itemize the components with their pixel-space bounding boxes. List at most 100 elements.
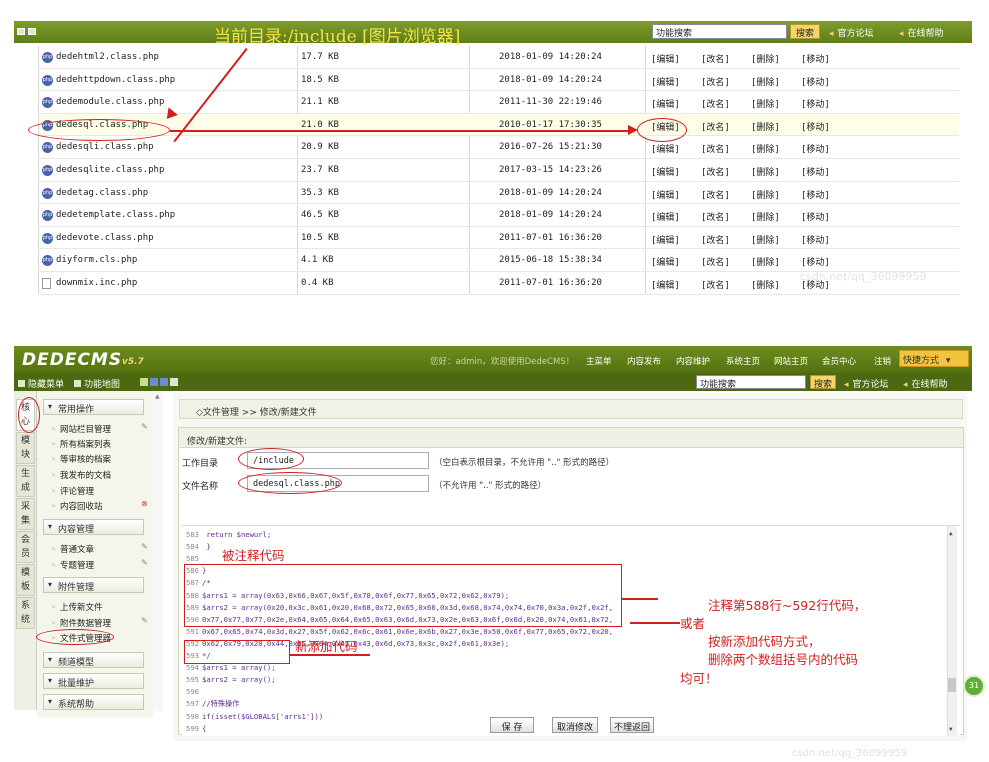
edit-icon[interactable]: ✎ bbox=[141, 542, 148, 551]
file-name-link[interactable]: dedehtml2.class.php bbox=[56, 52, 159, 62]
move-link[interactable]: [移动] bbox=[801, 97, 830, 110]
file-name-link[interactable]: dedetag.class.php bbox=[56, 188, 148, 198]
rename-link[interactable]: [改名] bbox=[701, 165, 730, 178]
side-tab[interactable]: 会员 bbox=[16, 531, 35, 563]
file-name-link[interactable]: downmix.inc.php bbox=[56, 278, 137, 288]
delete-link[interactable]: [删除] bbox=[751, 120, 780, 133]
delete-link[interactable]: [删除] bbox=[751, 233, 780, 246]
layout-icon[interactable] bbox=[150, 378, 158, 386]
nav-item[interactable]: 系统主页 bbox=[726, 355, 760, 367]
status-badge[interactable]: 31 bbox=[963, 675, 985, 697]
cms-search-input[interactable]: 功能搜索 bbox=[696, 375, 806, 390]
save-button[interactable]: 保 存 bbox=[490, 717, 534, 733]
rename-link[interactable]: [改名] bbox=[701, 188, 730, 201]
rename-link[interactable]: [改名] bbox=[701, 210, 730, 223]
move-link[interactable]: [移动] bbox=[801, 120, 830, 133]
layout-icon[interactable] bbox=[140, 378, 148, 386]
side-tab[interactable]: 采集 bbox=[16, 498, 35, 530]
nav-item[interactable]: 网站主页 bbox=[774, 355, 808, 367]
rename-link[interactable]: [改名] bbox=[701, 120, 730, 133]
move-link[interactable]: [移动] bbox=[801, 52, 830, 65]
cms-search-button[interactable]: 搜索 bbox=[810, 375, 836, 390]
scroll-down-icon[interactable]: ▼ bbox=[949, 726, 953, 733]
scroll-up-icon[interactable]: ▲ bbox=[155, 393, 160, 400]
menu-item-attach-data[interactable]: 附件数据管理 bbox=[51, 617, 111, 629]
edit-link[interactable]: [编辑] bbox=[651, 233, 680, 246]
rename-link[interactable]: [改名] bbox=[701, 75, 730, 88]
rename-link[interactable]: [改名] bbox=[701, 233, 730, 246]
menu-item-my-docs[interactable]: 我发布的文档 bbox=[51, 469, 111, 481]
forum-link[interactable]: ◂ 官方论坛 bbox=[829, 26, 874, 39]
move-link[interactable]: [移动] bbox=[801, 165, 830, 178]
quick-access-button[interactable]: 快捷方式 ▾ bbox=[899, 350, 969, 367]
rename-link[interactable]: [改名] bbox=[701, 255, 730, 268]
back-button[interactable]: 不理返回 bbox=[610, 717, 654, 733]
delete-link[interactable]: [删除] bbox=[751, 188, 780, 201]
rename-link[interactable]: [改名] bbox=[701, 52, 730, 65]
file-name-link[interactable]: diyform.cls.php bbox=[56, 255, 137, 265]
delete-link[interactable]: [删除] bbox=[751, 210, 780, 223]
edit-link[interactable]: [编辑] bbox=[651, 278, 680, 291]
menu-head-batch[interactable]: 批量维护 bbox=[43, 673, 144, 689]
nav-item[interactable]: 内容维护 bbox=[676, 355, 710, 367]
file-name-link[interactable]: dedemodule.class.php bbox=[56, 97, 164, 107]
file-name-link[interactable]: dedesqli.class.php bbox=[56, 142, 154, 152]
menu-head-common[interactable]: 常用操作 bbox=[43, 399, 144, 415]
delete-icon[interactable]: ⊗ bbox=[141, 499, 148, 508]
file-name-link[interactable]: dedetemplate.class.php bbox=[56, 210, 175, 220]
menu-item-article[interactable]: 普通文章 bbox=[51, 543, 94, 555]
layout-icon[interactable] bbox=[170, 378, 178, 386]
menu-head-help[interactable]: 系统帮助 bbox=[43, 694, 144, 710]
function-map-button[interactable]: 功能地图 bbox=[74, 377, 120, 390]
edit-link[interactable]: [编辑] bbox=[651, 97, 680, 110]
menu-item-upload[interactable]: 上传新文件 bbox=[51, 601, 103, 613]
edit-icon[interactable]: ✎ bbox=[141, 558, 148, 567]
file-name-link[interactable]: dedevote.class.php bbox=[56, 233, 154, 243]
menu-item-pending[interactable]: 等审核的档案 bbox=[51, 453, 111, 465]
menu-scrollbar[interactable]: ▲ bbox=[153, 391, 163, 711]
scroll-thumb[interactable] bbox=[948, 678, 956, 692]
menu-head-content[interactable]: 内容管理 bbox=[43, 519, 144, 535]
menu-head-attachments[interactable]: 附件管理 bbox=[43, 577, 144, 593]
side-tab[interactable]: 系统 bbox=[16, 597, 35, 629]
code-editor[interactable]: ▲ ▼ 583 return $newurl; 584 } 585 586} 587/*… bbox=[182, 525, 960, 736]
edit-link[interactable]: [编辑] bbox=[651, 142, 680, 155]
delete-link[interactable]: [删除] bbox=[751, 75, 780, 88]
rename-link[interactable]: [改名] bbox=[701, 278, 730, 291]
menu-item-recycle[interactable]: 内容回收站 bbox=[51, 500, 103, 512]
side-tab[interactable]: 生成 bbox=[16, 465, 35, 497]
help-link[interactable]: ◂ 在线帮助 bbox=[899, 26, 944, 39]
edit-link[interactable]: [编辑] bbox=[651, 255, 680, 268]
code-scrollbar[interactable]: ▲ ▼ bbox=[947, 526, 957, 736]
rename-link[interactable]: [改名] bbox=[701, 142, 730, 155]
hide-menu-button[interactable]: 隐藏菜单 bbox=[18, 377, 64, 390]
edit-link[interactable]: [编辑] bbox=[651, 75, 680, 88]
file-name-link[interactable]: dedesqlite.class.php bbox=[56, 165, 164, 175]
move-link[interactable]: [移动] bbox=[801, 233, 830, 246]
nav-item[interactable]: 注销 bbox=[874, 355, 891, 367]
edit-icon[interactable]: ✎ bbox=[141, 616, 148, 625]
edit-link[interactable]: [编辑] bbox=[651, 52, 680, 65]
layout-icon[interactable] bbox=[160, 378, 168, 386]
delete-link[interactable]: [删除] bbox=[751, 278, 780, 291]
move-link[interactable]: [移动] bbox=[801, 210, 830, 223]
cms-forum-link[interactable]: ◂ 官方论坛 bbox=[844, 377, 889, 390]
side-tab[interactable]: 模板 bbox=[16, 564, 35, 596]
nav-item[interactable]: 主菜单 bbox=[586, 355, 612, 367]
search-button[interactable]: 搜索 bbox=[790, 24, 820, 39]
delete-link[interactable]: [删除] bbox=[751, 142, 780, 155]
move-link[interactable]: [移动] bbox=[801, 142, 830, 155]
menu-item-special[interactable]: 专题管理 bbox=[51, 559, 94, 571]
nav-item[interactable]: 内容发布 bbox=[627, 355, 661, 367]
move-link[interactable]: [移动] bbox=[801, 75, 830, 88]
delete-link[interactable]: [删除] bbox=[751, 255, 780, 268]
file-name-link[interactable]: dedehttpdown.class.php bbox=[56, 75, 175, 85]
rename-link[interactable]: [改名] bbox=[701, 97, 730, 110]
nav-item[interactable]: 会员中心 bbox=[822, 355, 856, 367]
cms-help-link[interactable]: ◂ 在线帮助 bbox=[903, 377, 948, 390]
menu-head-channel[interactable]: 频道模型 bbox=[43, 652, 144, 668]
delete-link[interactable]: [删除] bbox=[751, 52, 780, 65]
search-input[interactable]: 功能搜索 bbox=[652, 24, 787, 39]
edit-link[interactable]: [编辑] bbox=[651, 188, 680, 201]
scroll-up-icon[interactable]: ▲ bbox=[949, 530, 953, 537]
